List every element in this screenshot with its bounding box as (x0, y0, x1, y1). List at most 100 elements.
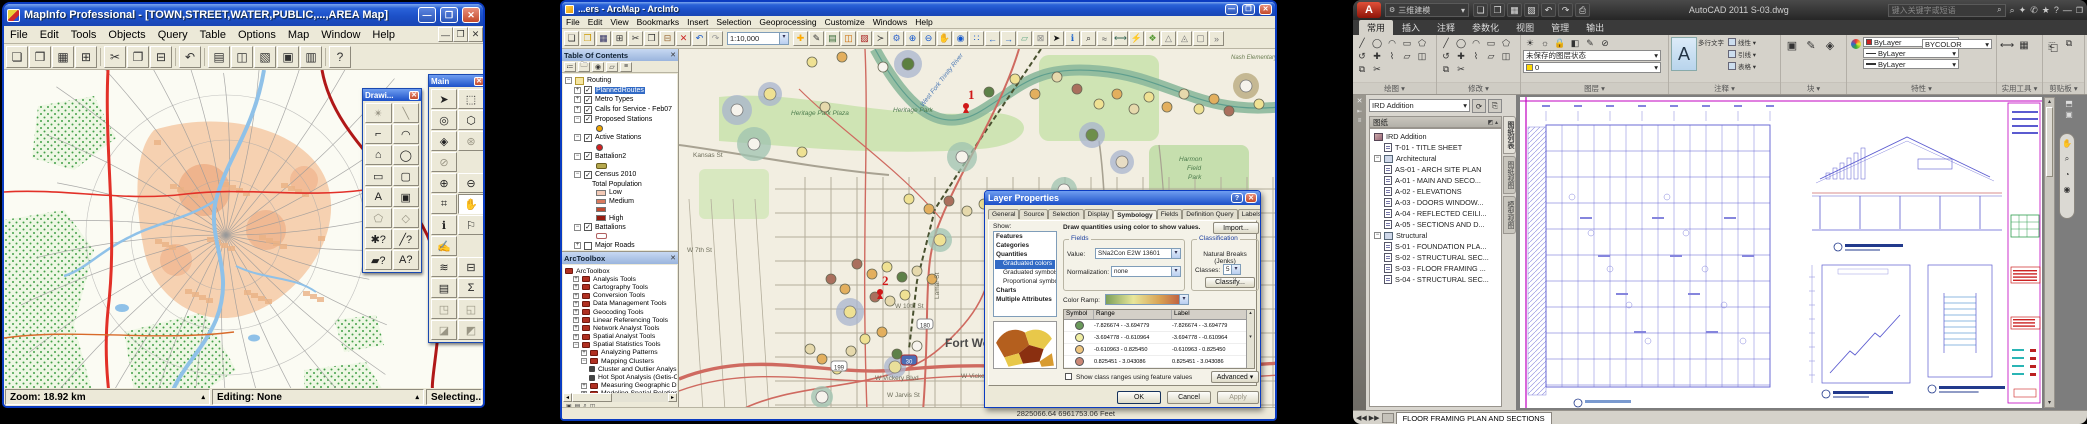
undo-icon[interactable]: ↶ (692, 31, 707, 46)
draw-tool-icon-3[interactable]: ▭ (1484, 37, 1498, 49)
toc-layer[interactable]: −✓Proposed Stations (565, 114, 677, 124)
scroll-down-icon[interactable]: ▾ (2045, 399, 2054, 407)
ok-button[interactable]: OK (1117, 391, 1161, 404)
ellipse-tool[interactable]: ◯ (393, 145, 420, 165)
menu-insert[interactable]: Insert (683, 17, 712, 27)
tab-general[interactable]: General (988, 209, 1019, 219)
clear-selection-icon[interactable]: ⊠ (1033, 31, 1048, 46)
new-grapher-icon[interactable]: ▧ (254, 46, 276, 68)
toc-layer[interactable]: +✓Calls for Service - Feb07 (565, 105, 677, 115)
rounded-rect-tool[interactable]: ▢ (393, 166, 420, 186)
tree-expander-icon[interactable]: − (581, 358, 587, 364)
ribbon-tab-0[interactable]: 常用 (1359, 20, 1393, 35)
toolbox-item[interactable]: +Analyzing Patterns (565, 349, 677, 357)
import-button[interactable]: Import... (1213, 222, 1259, 234)
redo-icon[interactable]: ↷ (1558, 3, 1573, 17)
legend-tool[interactable]: ▤ (431, 278, 457, 298)
close-button[interactable]: ✕ (1245, 193, 1257, 203)
maximize-button[interactable]: ❐ (440, 7, 458, 23)
editor-icon[interactable]: ✎ (809, 31, 824, 46)
minimize-button[interactable]: — (418, 7, 436, 23)
tree-expander-icon[interactable]: + (581, 350, 587, 356)
xy-icon[interactable]: ≈ (1097, 31, 1112, 46)
new-browser-icon[interactable]: ▤ (208, 46, 230, 68)
tree-expander-icon[interactable]: − (565, 77, 572, 84)
tree-expander-icon[interactable]: + (574, 96, 581, 103)
scroll-up-icon[interactable]: ▴ (2045, 98, 2054, 106)
layer-name[interactable]: Battalion2 (595, 153, 626, 160)
viewcube-icon[interactable]: ⬒ (2065, 99, 2073, 108)
sheet-name[interactable]: S-01 - FOUNDATION PLA... (1395, 242, 1487, 251)
text-tool[interactable]: A (365, 187, 392, 207)
show-item[interactable]: Graduated colors (995, 260, 1055, 269)
zoom-in-icon[interactable]: ⊕ (905, 31, 920, 46)
select-features-icon[interactable]: ▱ (1017, 31, 1032, 46)
mapinfo-titlebar[interactable]: MapInfo Professional - [TOWN,STREET,WATE… (4, 4, 483, 26)
color-ramp-combobox[interactable]: ▾ (1105, 294, 1189, 305)
layer-name[interactable]: Proposed Stations (595, 116, 652, 123)
toolbox-item[interactable]: Cluster and Outlier Analysis (Anselin (565, 365, 677, 373)
select-elements-icon[interactable]: ➤ (1049, 31, 1064, 46)
find-icon[interactable]: ⌕ (1081, 31, 1096, 46)
layer-name[interactable]: Calls for Service - Feb07 (595, 106, 672, 113)
toc-layer[interactable]: +✓Metro Types (565, 95, 677, 105)
show-item[interactable]: Proportional symbols (995, 278, 1055, 287)
sheet-item[interactable]: A-03 - DOORS WINDOW... (1372, 197, 1501, 208)
main-toolbar-titlebar[interactable]: Main ✕ (429, 75, 485, 87)
copy-icon[interactable]: ❐ (644, 31, 659, 46)
pan-tool[interactable]: ✋ (458, 194, 484, 214)
paste-icon[interactable]: ⎗ (2045, 37, 2061, 57)
toolbox-item[interactable]: +Analysis Tools (565, 275, 677, 283)
copy-clip-icon[interactable]: ⧉ (2062, 37, 2076, 49)
toolbox-item[interactable]: +Spatial Analyst Tools (565, 333, 677, 341)
draw-tool-icon-5[interactable]: ↺ (1439, 50, 1453, 62)
annot-tool-1[interactable]: 引线 ▾ (1728, 49, 1756, 59)
toolbox-item-name[interactable]: Spatial Analyst Tools (593, 333, 655, 340)
drawing-toolbar[interactable]: Drawi... ✕ ✴╲⌐◠⌂◯▭▢A▣⬠◇✱?╱?▰?A? (362, 88, 422, 273)
tree-expander-icon[interactable]: − (574, 171, 581, 178)
close-icon[interactable]: ✕ (1357, 97, 1363, 105)
refresh-icon[interactable]: ⟳ (1472, 99, 1486, 113)
close-icon[interactable]: ✕ (670, 51, 676, 59)
redo-icon[interactable]: ↷ (708, 31, 723, 46)
zoom-in-tool[interactable]: ⊕ (431, 173, 457, 193)
class-table[interactable]: SymbolRangeLabel -7.826674 - -3.694779-7… (1063, 309, 1255, 369)
ribbon-tab-6[interactable]: 输出 (1578, 20, 1612, 35)
status-zoom[interactable]: Zoom: 18.92 km▴ (5, 389, 210, 405)
scroll-thumb[interactable] (572, 393, 612, 402)
python-icon[interactable]: ≻ (873, 31, 888, 46)
column-header[interactable]: Range (1094, 310, 1172, 319)
toc-layer[interactable]: −✓Battalions (565, 222, 677, 232)
column-header[interactable]: Symbol (1064, 310, 1094, 319)
menu-file[interactable]: File (4, 28, 34, 42)
layer-name[interactable]: Major Roads (595, 242, 635, 249)
plotstyle-combobox[interactable]: BYCOLOR▾ (1922, 39, 1992, 49)
sheet-item[interactable]: A-05 - SECTIONS AND D... (1372, 219, 1501, 230)
show-item[interactable]: Graduated symbols (995, 269, 1055, 278)
restore-button[interactable]: ❐ (2076, 6, 2083, 15)
layer-name[interactable]: Battalions (595, 224, 626, 231)
tree-expander-icon[interactable]: − (573, 342, 579, 348)
toc-layer[interactable]: −Routing (565, 76, 677, 86)
draw-tool-icon-3[interactable]: ▭ (1400, 37, 1414, 49)
tree-expander-icon[interactable]: − (1374, 232, 1381, 239)
toolbox-hscrollbar[interactable]: ◂ ▸ (563, 393, 677, 402)
close-button[interactable]: ✕ (1259, 4, 1272, 15)
side-tab-0[interactable]: 图纸列表 (1503, 116, 1516, 154)
menu-bookmarks[interactable]: Bookmarks (633, 17, 684, 27)
layer-checkbox[interactable]: ✓ (584, 171, 592, 179)
polygon-select-tool[interactable]: ⬡ (458, 110, 484, 130)
help-button[interactable]: ? (1231, 193, 1243, 203)
block-tool-icon-1[interactable]: ✎ (1802, 37, 1820, 53)
canvas-vscrollbar[interactable]: ▴ ▾ (2044, 97, 2055, 408)
ribbon-tab-4[interactable]: 视图 (1508, 20, 1542, 35)
navigation-bar[interactable]: ⬒ ▣ (2059, 99, 2079, 119)
mdi-minimize-button[interactable]: — (438, 27, 453, 42)
tab-definition-query[interactable]: Definition Query (1182, 209, 1237, 219)
menu-edit[interactable]: Edit (584, 17, 607, 27)
sheet-name[interactable]: Structural (1396, 231, 1427, 240)
chevron-down-icon[interactable]: ▾ (1171, 267, 1180, 276)
sheet-item[interactable]: − Structural (1372, 230, 1501, 241)
cut-icon[interactable]: ✂ (628, 31, 643, 46)
full-extent-icon[interactable]: ◉ (953, 31, 968, 46)
